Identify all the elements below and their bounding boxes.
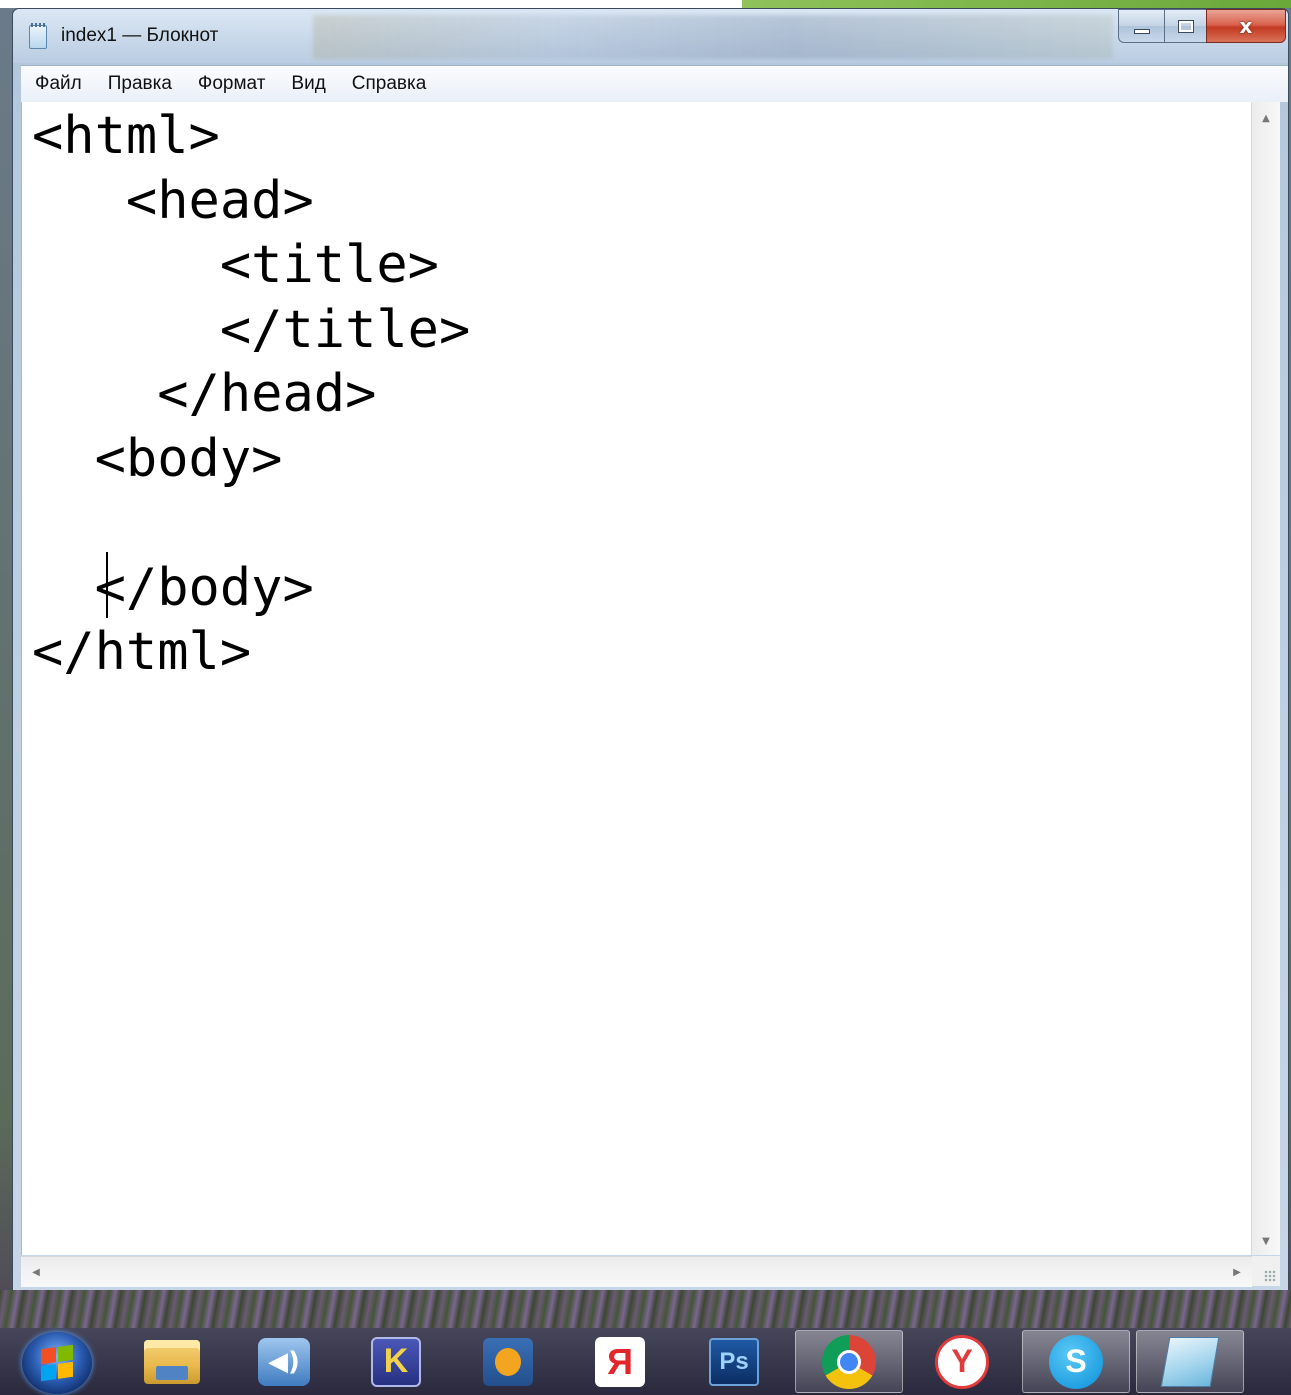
code-line: <html>: [32, 106, 220, 166]
maximize-icon: [1177, 19, 1194, 33]
code-line: <title>: [32, 235, 439, 295]
menu-view[interactable]: Вид: [277, 73, 337, 95]
code-line: <head>: [32, 170, 314, 231]
skype-icon: S: [1049, 1334, 1103, 1389]
menu-format[interactable]: Формат: [184, 73, 278, 95]
code-line: <body>: [32, 428, 283, 489]
close-button[interactable]: x: [1206, 9, 1286, 43]
yandex-browser-icon: Y: [935, 1334, 989, 1389]
minimize-button[interactable]: [1118, 9, 1164, 43]
desktop-wallpaper: [0, 1290, 1291, 1328]
taskbar-yandex-browser-button[interactable]: Y: [908, 1330, 1016, 1393]
k-app-icon: K: [371, 1336, 421, 1387]
taskbar-notepad-button[interactable]: [1136, 1330, 1244, 1393]
yandex-icon: Я: [595, 1336, 645, 1387]
code-line: </head>: [32, 364, 377, 424]
scroll-down-arrow-icon[interactable]: ▼: [1252, 1229, 1280, 1253]
windows-start-icon[interactable]: [22, 1332, 92, 1394]
code-line: </html>: [32, 622, 252, 682]
menu-file[interactable]: Файл: [21, 73, 94, 95]
title-bar-glass: [313, 15, 1113, 59]
notepad-window: index1 — Блокнот x Файл Правка Формат Ви…: [12, 8, 1289, 1298]
resize-grip[interactable]: [1252, 1256, 1280, 1286]
menu-bar: Файл Правка Формат Вид Справка: [21, 65, 1288, 103]
scroll-left-arrow-icon[interactable]: ◀: [23, 1257, 49, 1287]
taskbar-speaker-button[interactable]: ◀): [230, 1330, 338, 1393]
text-editor[interactable]: <html> <head> <title> </title> </head> <…: [21, 102, 1253, 1255]
code-line: </body>: [32, 557, 314, 618]
menu-edit[interactable]: Правка: [94, 73, 184, 95]
horizontal-scrollbar[interactable]: ◀ ▶: [21, 1256, 1252, 1287]
vertical-scrollbar[interactable]: ▲ ▼: [1251, 102, 1280, 1255]
taskbar-skype-button[interactable]: S: [1022, 1330, 1130, 1393]
speaker-app-icon: ◀): [258, 1337, 310, 1386]
window-controls: x: [1118, 9, 1286, 45]
windows-logo-icon: [41, 1344, 73, 1382]
chrome-icon: [822, 1334, 876, 1389]
resize-grip-icon: [1264, 1270, 1276, 1282]
close-icon: x: [1239, 14, 1253, 38]
scroll-up-arrow-icon[interactable]: ▲: [1252, 106, 1280, 130]
window-title: index1 — Блокнот: [61, 25, 219, 46]
taskbar-photoshop-button[interactable]: Ps: [680, 1330, 788, 1393]
media-player-icon: [483, 1337, 533, 1386]
editor-content: <html> <head> <title> </title> </head> <…: [32, 104, 470, 685]
menu-help[interactable]: Справка: [338, 73, 439, 95]
code-line: </title>: [32, 299, 471, 360]
taskbar-k-button[interactable]: K: [342, 1330, 450, 1393]
minimize-icon: [1133, 28, 1150, 34]
desktop-top-accent: [742, 0, 1291, 8]
title-bar[interactable]: index1 — Блокнот x: [13, 9, 1288, 63]
taskbar-explorer-button[interactable]: [118, 1330, 226, 1393]
notepad-taskbar-icon: [1160, 1336, 1220, 1387]
text-caret: [106, 552, 108, 618]
taskbar-media-button[interactable]: [454, 1330, 562, 1393]
taskbar: ◀) K Я Ps Y S: [0, 1328, 1291, 1395]
explorer-icon: [144, 1339, 200, 1384]
maximize-button[interactable]: [1164, 9, 1206, 43]
taskbar-chrome-button[interactable]: [795, 1330, 903, 1393]
photoshop-icon: Ps: [709, 1337, 759, 1386]
scroll-right-arrow-icon[interactable]: ▶: [1224, 1257, 1250, 1287]
taskbar-yandex-button[interactable]: Я: [566, 1330, 674, 1393]
notepad-icon[interactable]: [29, 23, 47, 49]
